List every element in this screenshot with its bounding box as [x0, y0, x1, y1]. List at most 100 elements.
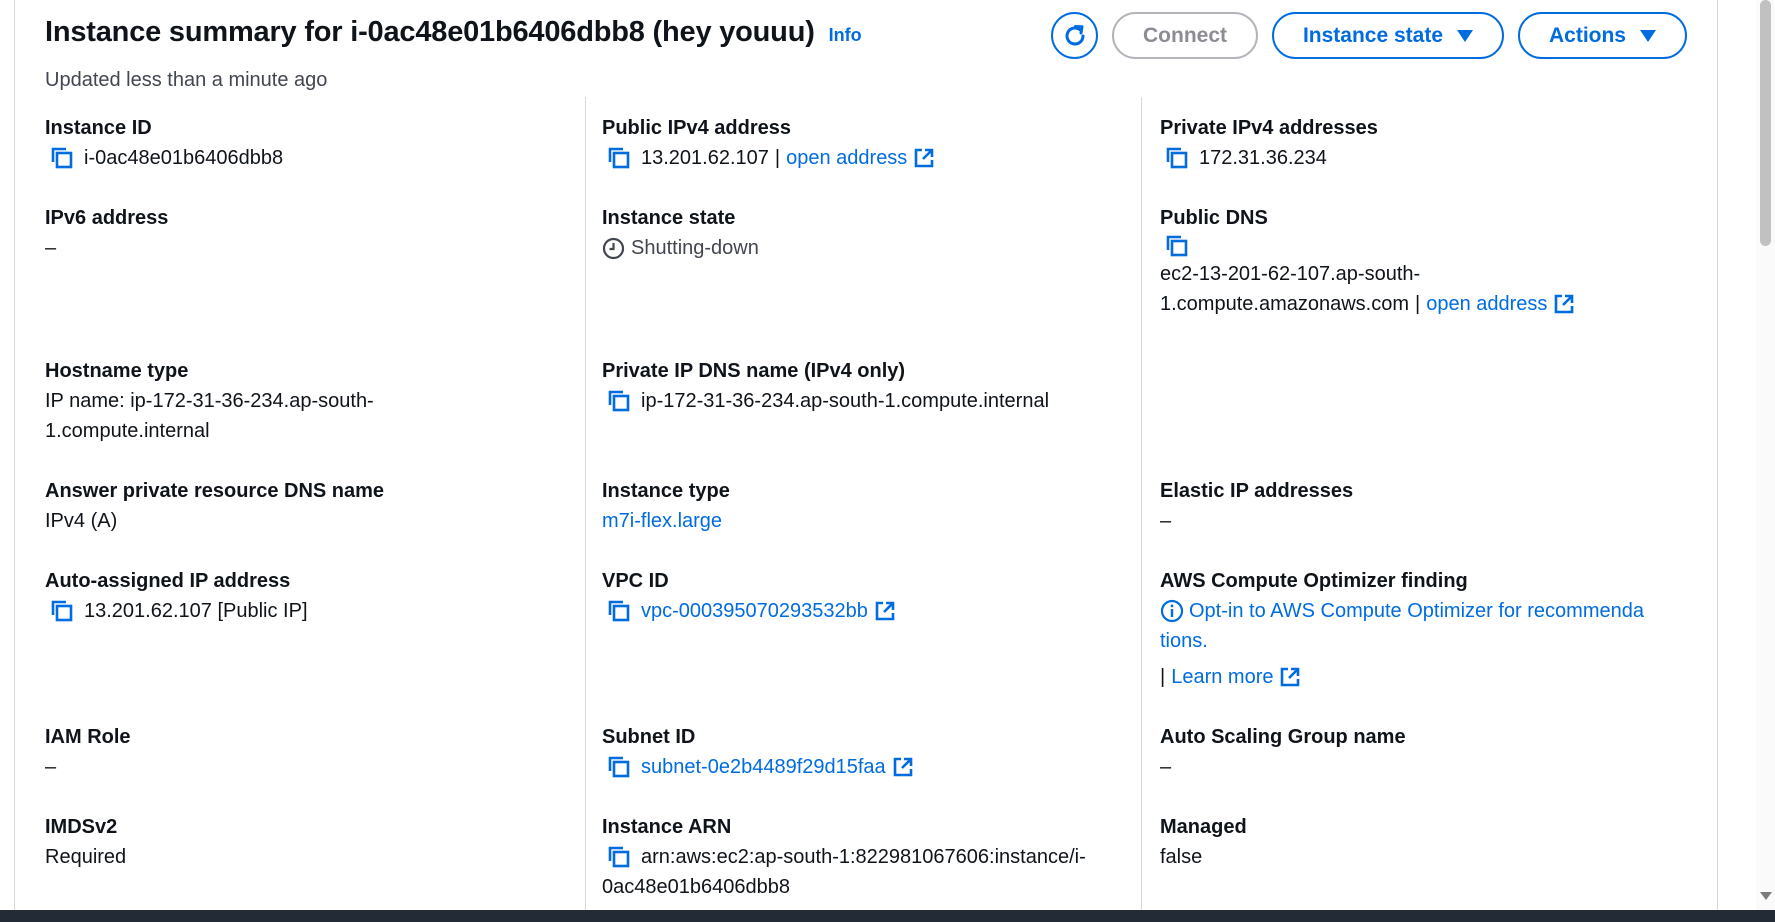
- field-label: AWS Compute Optimizer finding: [1160, 570, 1468, 592]
- field-value-row: arn:aws:ec2:ap-south-1:822981067606:inst…: [602, 842, 1086, 872]
- caret-down-icon: [1640, 29, 1656, 42]
- actions-button-label: Actions: [1548, 23, 1626, 47]
- instance-state-value: Shutting-down: [631, 237, 759, 259]
- field-iam-role: IAM Role –: [45, 723, 131, 782]
- field-private-ip-dns: Private IP DNS name (IPv4 only) ip-172-3…: [602, 357, 1049, 416]
- field-label: Hostname type: [45, 360, 189, 382]
- instance-arn-line-1: arn:aws:ec2:ap-south-1:822981067606:inst…: [641, 846, 1086, 868]
- copy-icon[interactable]: [606, 598, 632, 624]
- hostname-type-value: IP name: ip-172-31-36-234.ap-south- 1.co…: [45, 386, 374, 446]
- instance-arn-value: arn:aws:ec2:ap-south-1:822981067606:inst…: [602, 842, 1086, 902]
- public-ipv4-value: 13.201.62.107: [641, 147, 769, 169]
- field-label: Private IP DNS name (IPv4 only): [602, 360, 906, 382]
- field-elastic-ip: Elastic IP addresses –: [1160, 477, 1353, 536]
- scrollbar-thumb[interactable]: [1760, 0, 1771, 246]
- learn-more-link[interactable]: Learn more: [1171, 662, 1273, 692]
- field-value-row: Opt-in to AWS Compute Optimizer for reco…: [1160, 596, 1700, 626]
- info-icon: [1160, 599, 1184, 623]
- instance-state-button-label: Instance state: [1302, 23, 1444, 47]
- caret-down-icon: [1457, 29, 1474, 42]
- optimizer-link-line-2: tions.: [1160, 630, 1208, 652]
- optimizer-opt-in-link[interactable]: Opt-in to AWS Compute Optimizer for reco…: [1160, 596, 1700, 656]
- field-ipv6: IPv6 address –: [45, 204, 168, 263]
- field-label: Instance ID: [45, 117, 152, 139]
- field-label: Subnet ID: [602, 726, 696, 748]
- actions-button[interactable]: Actions: [1518, 12, 1687, 59]
- copy-icon[interactable]: [1164, 145, 1190, 171]
- copy-icon[interactable]: [606, 754, 632, 780]
- field-label: Instance ARN: [602, 816, 732, 838]
- field-label: Auto-assigned IP address: [45, 570, 291, 592]
- external-link-icon[interactable]: [874, 600, 896, 622]
- refresh-icon: [1065, 24, 1084, 45]
- field-label: VPC ID: [602, 570, 669, 592]
- external-link-icon[interactable]: [1553, 293, 1575, 315]
- field-instance-id: Instance ID i-0ac48e01b6406dbb8: [45, 114, 283, 173]
- field-label: Managed: [1160, 816, 1247, 838]
- hostname-line-1: IP name: ip-172-31-36-234.ap-south-: [45, 390, 374, 412]
- copy-icon[interactable]: [1164, 233, 1190, 259]
- field-managed: Managed false: [1160, 813, 1247, 872]
- bottom-bar: [0, 910, 1775, 922]
- field-private-ipv4: Private IPv4 addresses 172.31.36.234: [1160, 114, 1378, 173]
- field-value-row: 13.201.62.107 | open address: [602, 143, 935, 173]
- field-value-row: subnet-0e2b4489f29d15faa: [602, 752, 914, 782]
- updated-text: Updated less than a minute ago: [45, 69, 328, 91]
- field-value-row: [1160, 233, 1575, 259]
- field-instance-state: Instance state Shutting-down: [602, 204, 759, 263]
- field-vpc-id: VPC ID vpc-000395070293532bb: [602, 567, 896, 626]
- public-dns-value: ec2-13-201-62-107.ap-south- 1.compute.am…: [1160, 233, 1575, 319]
- open-address-link[interactable]: open address: [786, 143, 907, 173]
- field-asg-name: Auto Scaling Group name –: [1160, 723, 1406, 782]
- field-value-row: Shutting-down: [602, 233, 759, 263]
- elastic-ip-value: –: [1160, 510, 1172, 532]
- subnet-id-link[interactable]: subnet-0e2b4489f29d15faa: [641, 752, 886, 782]
- copy-icon[interactable]: [49, 598, 75, 624]
- copy-icon[interactable]: [606, 388, 632, 414]
- title-row: Instance summary for i-0ac48e01b6406dbb8…: [45, 16, 862, 49]
- separator: |: [1415, 293, 1421, 315]
- field-label: Public IPv4 address: [602, 117, 791, 139]
- copy-icon[interactable]: [606, 145, 632, 171]
- auto-ip-value: 13.201.62.107 [Public IP]: [84, 600, 308, 622]
- info-link[interactable]: Info: [829, 25, 862, 46]
- field-auto-ip: Auto-assigned IP address 13.201.62.107 […: [45, 567, 308, 626]
- ipv6-value: –: [45, 237, 57, 259]
- scroll-down-arrow-icon[interactable]: [1760, 892, 1772, 900]
- external-link-icon[interactable]: [1279, 666, 1301, 688]
- copy-icon[interactable]: [49, 145, 75, 171]
- field-value-row: 13.201.62.107 [Public IP]: [45, 596, 308, 626]
- instance-arn-line-2: 0ac48e01b6406dbb8: [602, 876, 790, 898]
- field-label: IMDSv2: [45, 816, 118, 838]
- field-label: Answer private resource DNS name: [45, 480, 385, 502]
- refresh-button[interactable]: [1051, 12, 1098, 59]
- column-divider: [585, 97, 586, 922]
- field-imdsv2: IMDSv2 Required: [45, 813, 126, 872]
- public-dns-line-1: ec2-13-201-62-107.ap-south-: [1160, 263, 1421, 285]
- instance-id-value: i-0ac48e01b6406dbb8: [84, 147, 284, 169]
- instance-type-link[interactable]: m7i-flex.large: [602, 506, 730, 536]
- hostname-line-2: 1.compute.internal: [45, 420, 210, 442]
- instance-state-button[interactable]: Instance state: [1272, 12, 1504, 59]
- separator: |: [774, 147, 781, 169]
- external-link-icon[interactable]: [913, 147, 935, 169]
- external-link-icon[interactable]: [892, 756, 914, 778]
- copy-icon[interactable]: [606, 844, 632, 870]
- connect-button-label: Connect: [1143, 23, 1227, 47]
- field-label: IPv6 address: [45, 207, 169, 229]
- field-value-row: vpc-000395070293532bb: [602, 596, 896, 626]
- vertical-scrollbar[interactable]: [1756, 0, 1775, 912]
- vpc-id-link[interactable]: vpc-000395070293532bb: [641, 596, 868, 626]
- private-ip-dns-value: ip-172-31-36-234.ap-south-1.compute.inte…: [641, 390, 1050, 412]
- separator: |: [1160, 666, 1166, 688]
- clock-icon: [602, 237, 625, 259]
- field-value-row: i-0ac48e01b6406dbb8: [45, 143, 283, 173]
- connect-button[interactable]: Connect: [1112, 12, 1258, 59]
- field-compute-optimizer: AWS Compute Optimizer finding Opt-in to …: [1160, 567, 1700, 692]
- answer-dns-value: IPv4 (A): [45, 510, 118, 532]
- field-instance-type: Instance type m7i-flex.large: [602, 477, 730, 536]
- managed-value: false: [1160, 846, 1203, 868]
- asg-name-value: –: [1160, 756, 1172, 778]
- open-address-link[interactable]: open address: [1426, 289, 1547, 319]
- field-instance-arn: Instance ARN arn:aws:ec2:ap-south-1:8229…: [602, 813, 1086, 902]
